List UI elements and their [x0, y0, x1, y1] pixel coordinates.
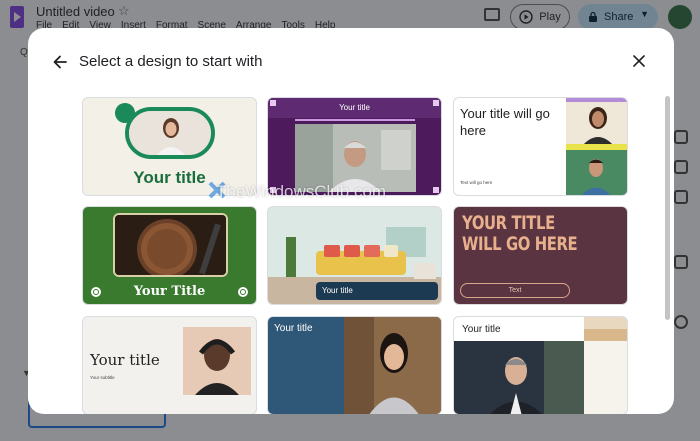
- template-card-5[interactable]: Your title: [267, 206, 442, 305]
- color-band: [584, 329, 627, 341]
- template-title: Your title: [274, 323, 313, 334]
- corner-marker: [270, 100, 276, 106]
- person-image: [566, 148, 627, 195]
- template-card-9[interactable]: Your title: [453, 316, 628, 414]
- template-grid: Your title Your title Your title will go…: [82, 97, 628, 414]
- template-card-3[interactable]: Your title will go here Text will go her…: [453, 97, 628, 196]
- template-photo: [113, 213, 228, 277]
- template-card-8[interactable]: Your title: [267, 316, 442, 414]
- template-photo: [183, 327, 251, 395]
- bread-image: [115, 215, 226, 275]
- template-title: Your title: [90, 351, 160, 369]
- template-photo: [566, 98, 627, 146]
- template-photo: [125, 107, 215, 159]
- scrollbar-thumb[interactable]: [665, 96, 670, 320]
- close-icon[interactable]: [630, 52, 648, 70]
- template-card-7[interactable]: Your title Your subtitle: [82, 316, 257, 414]
- template-title: Your title: [316, 282, 438, 300]
- color-band: [566, 98, 627, 102]
- template-photo: [566, 148, 627, 195]
- template-card-4[interactable]: Your Title: [82, 206, 257, 305]
- person-image: [183, 327, 251, 395]
- corner-marker: [433, 100, 439, 106]
- template-title: Your Title: [133, 284, 206, 299]
- corner-marker: [433, 187, 439, 193]
- person-image: [344, 317, 441, 414]
- design-picker-dialog: Select a design to start with Your title…: [28, 28, 674, 414]
- template-title: YOUR TITLE WILL GO HERE: [462, 212, 578, 255]
- template-title: Your title: [339, 103, 370, 112]
- color-band: [566, 144, 627, 150]
- back-arrow-icon[interactable]: [50, 52, 70, 72]
- template-button: Text: [460, 283, 570, 298]
- template-photo: [454, 341, 584, 414]
- color-band: [584, 317, 627, 329]
- template-title: Your title will go here: [460, 106, 550, 138]
- template-photo: [344, 317, 441, 414]
- progress-line: [295, 119, 415, 121]
- person-image: [454, 341, 584, 414]
- template-title: Your title: [462, 324, 501, 335]
- template-subtitle: Your subtitle: [90, 375, 115, 380]
- person-image: [129, 111, 211, 155]
- template-card-6[interactable]: YOUR TITLE WILL GO HERE Text: [453, 206, 628, 305]
- color-band: [584, 341, 627, 414]
- watermark: TheWindowsClub.com: [216, 182, 387, 201]
- dialog-title: Select a design to start with: [79, 53, 263, 70]
- person-image: [566, 98, 627, 146]
- template-subtitle: Text will go here: [460, 180, 493, 185]
